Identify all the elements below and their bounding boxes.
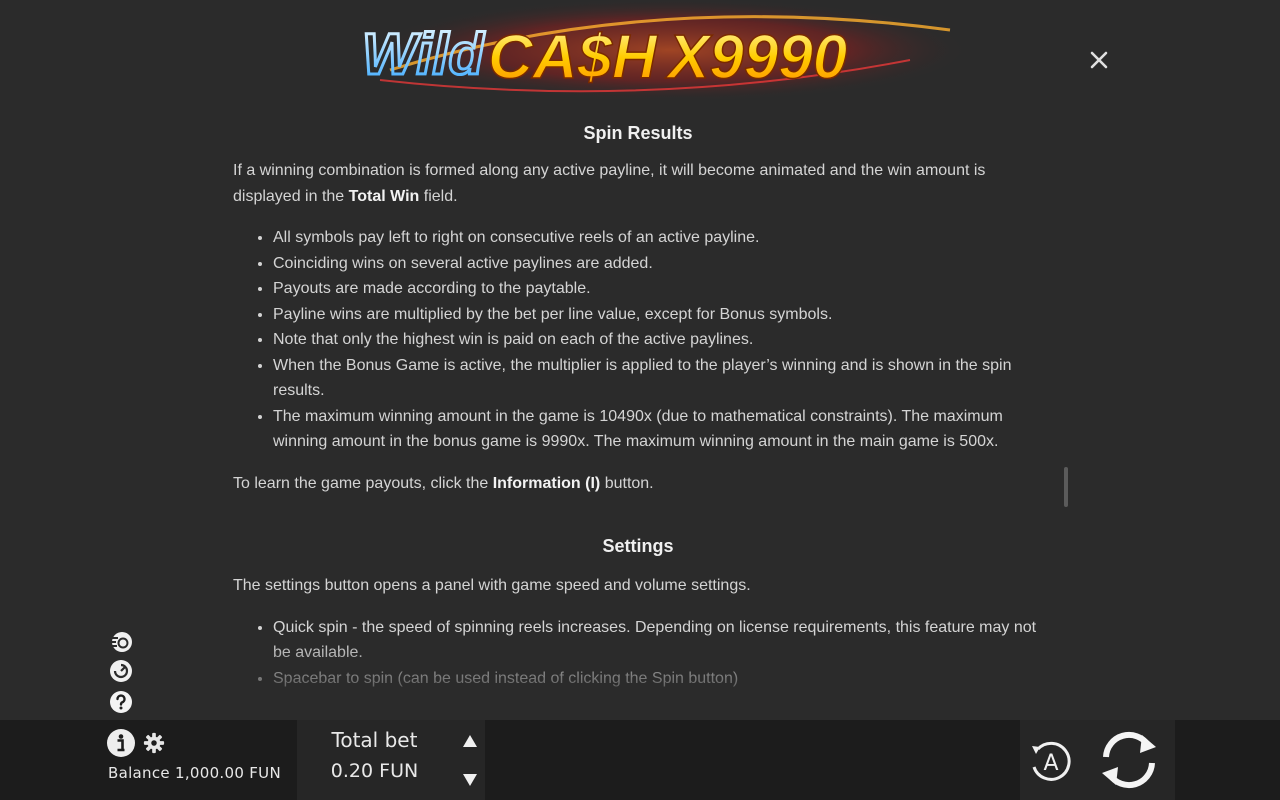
payouts-bold-text: Information (I) — [492, 474, 601, 492]
logo-word-x9990: X9990 — [665, 23, 847, 92]
info-button[interactable] — [106, 728, 136, 758]
turbo-spin-icon — [110, 660, 132, 682]
turbo-spin-button[interactable] — [108, 658, 134, 684]
settings-intro: The settings button opens a panel with g… — [233, 577, 751, 594]
spin-results-title: Spin Results — [583, 123, 693, 143]
total-bet-value: 0.20 FUN — [330, 760, 419, 782]
question-icon — [110, 691, 132, 713]
rules-content[interactable]: Spin Results If a winning combination is… — [233, 116, 1043, 700]
settings-button[interactable] — [143, 732, 165, 754]
autoplay-icon: A — [1032, 741, 1071, 781]
spin-button[interactable] — [1094, 727, 1164, 793]
decrease-bet-button[interactable] — [458, 768, 482, 792]
payouts-text-end: button. — [600, 474, 654, 492]
game-logo: Wild CA$H X9990 — [361, 0, 970, 102]
intro-bold-text: Total Win — [348, 187, 420, 205]
list-item: Spacebar to spin (can be used instead of… — [273, 666, 1043, 692]
list-item: Quick spin - the speed of spinning reels… — [273, 615, 1043, 666]
list-item: Payline wins are multiplied by the bet p… — [273, 302, 1043, 328]
gear-icon — [143, 732, 165, 754]
game-rules-screen: Wild CA$H X9990 Spin Results If a winnin… — [0, 0, 1280, 800]
triangle-down-icon — [463, 774, 477, 786]
logo-word-cash: CA$H — [488, 23, 658, 92]
triangle-up-icon — [463, 735, 477, 747]
close-button[interactable] — [1085, 46, 1113, 74]
spin-results-list: All symbols pay left to right on consecu… — [233, 225, 1043, 455]
balance-display: Balance 1,000.00 FUN — [108, 764, 281, 782]
help-button[interactable] — [108, 689, 134, 715]
settings-title: Settings — [602, 536, 674, 556]
payouts-text: To learn the game payouts, click the — [233, 474, 493, 492]
intro-text: If a winning combination is formed along… — [233, 162, 986, 205]
info-icon — [107, 729, 135, 757]
settings-list: Quick spin - the speed of spinning reels… — [233, 615, 1043, 692]
quick-spin-icon — [110, 632, 132, 652]
list-item: Payouts are made according to the paytab… — [273, 276, 1043, 302]
quick-spin-button[interactable] — [108, 628, 134, 654]
payouts-paragraph: To learn the game payouts, click the Inf… — [233, 471, 1043, 497]
spin-arrows-icon — [1102, 731, 1156, 789]
autoplay-letter: A — [1043, 751, 1058, 776]
spin-results-intro: If a winning combination is formed along… — [233, 158, 1043, 209]
list-item: All symbols pay left to right on consecu… — [273, 225, 1043, 251]
autoplay-button[interactable]: A — [1026, 737, 1076, 787]
increase-bet-button[interactable] — [458, 729, 482, 753]
list-item: When the Bonus Game is active, the multi… — [273, 353, 1043, 404]
list-item: The maximum winning amount in the game i… — [273, 404, 1043, 455]
scrollbar-thumb[interactable] — [1064, 467, 1068, 507]
total-bet-label: Total bet — [331, 728, 418, 752]
list-item: Coinciding wins on several active paylin… — [273, 251, 1043, 277]
intro-text-end: field. — [419, 187, 458, 205]
logo-word-wild: Wild — [362, 22, 485, 87]
list-item: Note that only the highest win is paid o… — [273, 327, 1043, 353]
close-icon — [1090, 51, 1108, 69]
